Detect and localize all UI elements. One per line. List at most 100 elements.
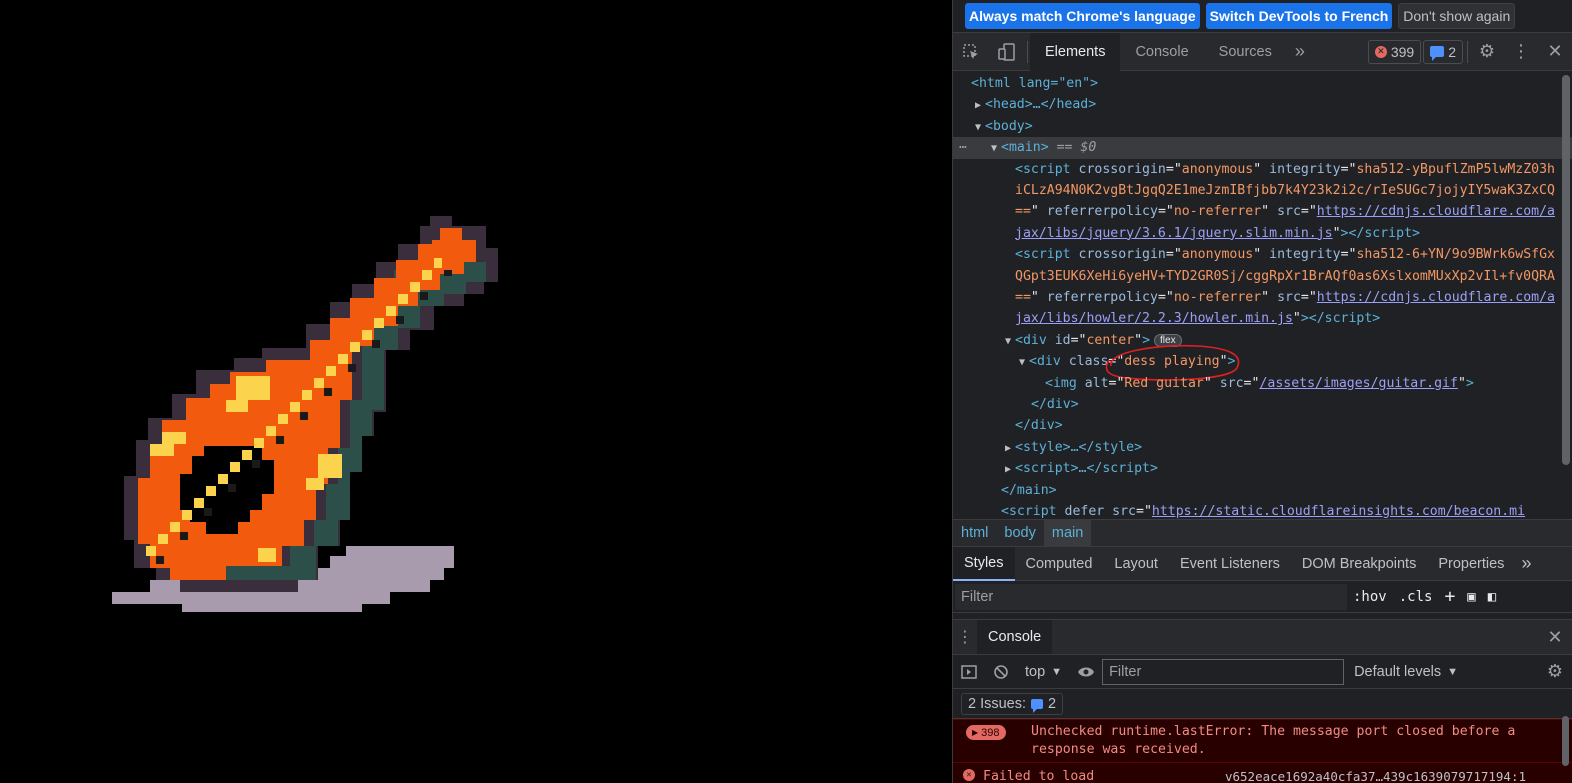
dom-script-jquery[interactable]: <script crossorigin="anonymous" integrit… (953, 159, 1572, 245)
dom-script-beacon[interactable]: <script defer src="https://static.cloudf… (953, 501, 1572, 519)
dom-div-close[interactable]: </div> (953, 415, 1572, 436)
guitar-image (112, 216, 498, 612)
more-tabs-icon[interactable]: » (1287, 33, 1313, 71)
dom-script-howler[interactable]: <script crossorigin="anonymous" integrit… (953, 244, 1572, 330)
match-language-button[interactable]: Always match Chrome's language (965, 3, 1200, 29)
issue-count: 2 (1448, 43, 1456, 60)
console-error-message[interactable]: ✕ Failed to load v652eace1692a40cfa37…43… (953, 763, 1572, 783)
breadcrumb: html body main (953, 519, 1572, 547)
tab-elements[interactable]: Elements (1030, 32, 1121, 71)
guitar-highlight (162, 432, 186, 444)
img-src-link[interactable]: /assets/images/guitar.gif (1259, 376, 1458, 391)
collapse-triangle-icon[interactable]: ▼ (1015, 352, 1029, 373)
message-icon (1430, 46, 1445, 61)
fretboard-pixel (230, 462, 240, 472)
more-options-icon[interactable]: ⋮ (1504, 33, 1538, 71)
context-selector[interactable]: top ▼ (1017, 664, 1070, 680)
dropdown-arrow-icon: ▼ (1447, 665, 1458, 678)
tab-console[interactable]: Console (1120, 33, 1203, 71)
clear-console-icon[interactable] (985, 655, 1017, 689)
dom-script-line[interactable]: ▶ <script>…</script> (953, 458, 1572, 479)
issues-counter[interactable]: 2 (1423, 39, 1463, 64)
styles-filter-input[interactable]: Filter (955, 583, 1347, 610)
more-tabs-icon[interactable]: » (1515, 547, 1537, 581)
live-expression-eye-icon[interactable] (1070, 655, 1102, 689)
console-error-message[interactable]: ▶ 398 Unchecked runtime.lastError: The me… (953, 719, 1572, 763)
beacon-src-link[interactable]: https://static.cloudflareinsights.com/be… (1152, 504, 1525, 519)
dom-main-close[interactable]: </main> (953, 480, 1572, 501)
hover-state-toggle[interactable]: :hov (1347, 589, 1393, 605)
source-link[interactable]: v652eace1692a40cfa37…439c1639079717194:1 (1225, 769, 1526, 783)
fretboard-pixel (314, 378, 324, 388)
close-devtools-icon[interactable]: ✕ (1538, 33, 1572, 71)
tab-sources[interactable]: Sources (1204, 33, 1287, 71)
styles-filter-bar: Filter :hov .cls + ▣ ◧ (953, 581, 1572, 613)
breadcrumb-body[interactable]: body (996, 519, 1043, 547)
collapse-triangle-icon[interactable]: ▼ (1001, 331, 1015, 352)
fretboard-pixel (348, 364, 356, 372)
flex-badge[interactable]: flex (1154, 333, 1182, 347)
console-filter-input[interactable]: Filter (1102, 658, 1345, 685)
log-levels-dropdown[interactable]: Default levels ▼ (1354, 664, 1458, 680)
dont-show-again-button[interactable]: Don't show again (1398, 3, 1516, 29)
fretboard-pixel (302, 390, 312, 400)
dom-div-center[interactable]: ▼ <div id="center"> flex (953, 330, 1572, 351)
expand-triangle-icon[interactable]: ▶ (971, 95, 985, 116)
element-state-icon[interactable]: ▣ (1461, 589, 1481, 605)
main-toolbar: Elements Console Sources » ✕ 399 2 ⚙ ⋮ ✕ (953, 32, 1572, 71)
close-drawer-icon[interactable]: ✕ (1538, 620, 1572, 654)
tab-event-listeners[interactable]: Event Listeners (1169, 547, 1291, 581)
drawer-tab-console[interactable]: Console (977, 620, 1053, 654)
add-rule-icon[interactable]: + (1438, 586, 1461, 607)
guitar-highlight (306, 478, 324, 490)
issues-link[interactable]: 2 Issues: 2 (961, 692, 1064, 715)
drawer-menu-icon[interactable]: ⋮ (953, 620, 977, 654)
tab-dom-breakpoints[interactable]: DOM Breakpoints (1291, 547, 1427, 581)
dom-body-line[interactable]: ▼ <body> (953, 116, 1572, 137)
expand-triangle-icon[interactable]: ▶ (1001, 459, 1015, 480)
error-counter[interactable]: ✕ 399 (1367, 39, 1422, 64)
dom-html-line[interactable]: <html lang="en"> (953, 73, 1572, 94)
console-settings-gear-icon[interactable]: ⚙ (1538, 655, 1572, 689)
breadcrumb-html[interactable]: html (953, 519, 996, 547)
show-sidebar-icon[interactable] (953, 655, 985, 689)
collapse-triangle-icon[interactable]: ▼ (971, 117, 985, 138)
tab-properties[interactable]: Properties (1427, 547, 1515, 581)
fretboard-pixel (254, 438, 264, 448)
console-scrollbar[interactable] (1562, 716, 1569, 766)
tab-computed[interactable]: Computed (1015, 547, 1104, 581)
dom-scrollbar[interactable] (1562, 75, 1570, 465)
error-icon: ✕ (1374, 45, 1387, 58)
dom-img[interactable]: <img alt="Red guitar" src="/assets/image… (953, 373, 1572, 394)
fretboard-pixel (180, 532, 188, 540)
settings-gear-icon[interactable]: ⚙ (1470, 33, 1504, 71)
switch-language-button[interactable]: Switch DevTools to French (1205, 3, 1393, 29)
fretboard-pixel (170, 522, 180, 532)
toggle-sidebar-icon[interactable]: ◧ (1482, 589, 1502, 605)
tab-styles[interactable]: Styles (953, 546, 1015, 581)
class-toggle[interactable]: .cls (1393, 589, 1439, 605)
dom-main-line[interactable]: ⋯ ▼ <main> == $0 (953, 137, 1572, 159)
guitar-highlight (318, 454, 342, 478)
ellipsis-icon[interactable]: ⋯ (959, 137, 967, 158)
repeat-count-badge[interactable]: ▶ 398 (966, 725, 1006, 740)
fretboard-pixel (398, 294, 408, 304)
dom-div-dess[interactable]: ▼ <div class="dess playing"> (953, 345, 1572, 381)
expand-triangle-icon[interactable]: ▶ (1001, 438, 1015, 459)
fretboard-pixel (324, 388, 332, 396)
breadcrumb-main[interactable]: main (1043, 519, 1092, 547)
guitar-highlight (226, 400, 248, 412)
guitar-highlight (150, 444, 174, 456)
fretboard-pixel (278, 414, 288, 424)
device-toolbar-icon[interactable] (989, 33, 1025, 71)
toolbar-divider (1027, 40, 1028, 63)
tab-layout[interactable]: Layout (1103, 547, 1169, 581)
devtools-panel: Always match Chrome's language Switch De… (952, 0, 1572, 783)
collapse-triangle-icon[interactable]: ▼ (987, 138, 1001, 159)
fretboard-pixel (362, 330, 372, 340)
dom-div-close[interactable]: </div> (953, 394, 1572, 415)
fretboard-pixel (386, 306, 396, 316)
dom-head-line[interactable]: ▶ <head>…</head> (953, 94, 1572, 115)
dom-style-line[interactable]: ▶ <style>…</style> (953, 437, 1572, 458)
inspect-element-icon[interactable] (953, 33, 989, 71)
